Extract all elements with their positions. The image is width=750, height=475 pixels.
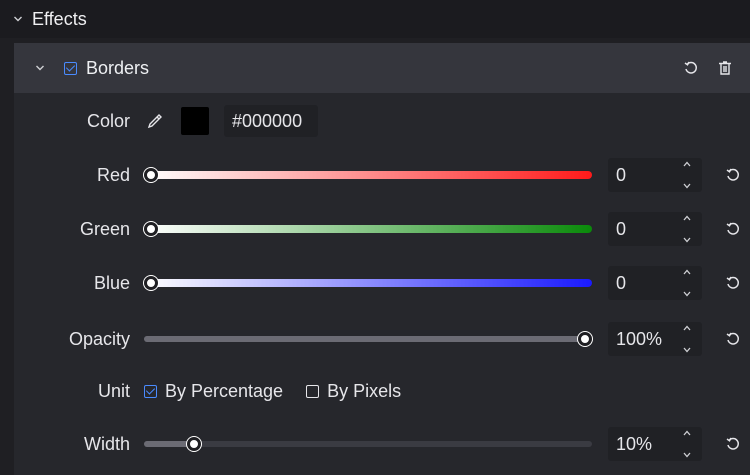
blue-label: Blue	[93, 273, 130, 293]
opacity-value: 100%	[616, 329, 663, 349]
unit-row: Unit By Percentage By Pixels	[0, 371, 750, 411]
blue-slider[interactable]	[144, 263, 592, 303]
spin-buttons[interactable]	[680, 429, 694, 459]
section-title: Effects	[32, 8, 87, 29]
spin-up-icon	[683, 161, 691, 167]
spin-buttons[interactable]	[680, 160, 694, 190]
opacity-slider[interactable]	[144, 319, 592, 359]
width-label: Width	[83, 434, 130, 454]
chevron-down-icon[interactable]	[32, 60, 48, 76]
green-reset-icon[interactable]	[722, 218, 744, 240]
green-row: Green 0	[0, 209, 750, 249]
effects-panel: Effects Borders Color #000000 Red 0 Gree…	[0, 0, 750, 475]
color-label: Color	[86, 111, 130, 131]
blue-track	[144, 279, 592, 287]
blue-slider-thumb[interactable]	[144, 276, 158, 290]
spin-down-icon	[683, 452, 691, 458]
green-value: 0	[616, 219, 627, 239]
red-slider-thumb[interactable]	[144, 168, 158, 182]
blue-reset-icon[interactable]	[722, 272, 744, 294]
green-track	[144, 225, 592, 233]
spin-down-icon	[683, 347, 691, 353]
spin-buttons[interactable]	[680, 214, 694, 244]
by-percentage-checkbox[interactable]	[144, 384, 157, 398]
blue-row: Blue 0	[0, 263, 750, 303]
by-percentage-option[interactable]: By Percentage	[144, 381, 283, 402]
width-reset-icon[interactable]	[722, 433, 744, 455]
red-track	[144, 171, 592, 179]
opacity-row: Opacity 100%	[0, 319, 750, 359]
width-number-field[interactable]: 10%	[608, 427, 702, 461]
by-pixels-option[interactable]: By Pixels	[306, 381, 401, 402]
spin-buttons[interactable]	[680, 324, 694, 354]
opacity-number-field[interactable]: 100%	[608, 322, 702, 356]
spin-down-icon	[683, 183, 691, 189]
trash-icon[interactable]	[714, 57, 736, 79]
spin-down-icon	[683, 291, 691, 297]
spin-up-icon	[683, 269, 691, 275]
spin-down-icon	[683, 237, 691, 243]
color-row: Color	[0, 101, 750, 141]
color-swatch[interactable]	[181, 107, 209, 135]
spin-up-icon	[683, 215, 691, 221]
width-slider-thumb[interactable]	[187, 437, 202, 451]
chevron-down-icon[interactable]	[10, 11, 26, 27]
by-pixels-label: By Pixels	[327, 380, 402, 401]
red-reset-icon[interactable]	[722, 164, 744, 186]
group-title: Borders	[86, 57, 150, 78]
blue-value: 0	[616, 273, 627, 293]
width-row: Width 10%	[0, 424, 750, 464]
borders-group-header[interactable]: Borders	[14, 43, 750, 93]
opacity-fill	[144, 336, 585, 342]
red-slider[interactable]	[144, 155, 592, 195]
by-pixels-checkbox[interactable]	[306, 384, 320, 398]
spin-up-icon	[683, 430, 691, 436]
green-slider[interactable]	[144, 209, 592, 249]
red-label: Red	[96, 165, 130, 185]
unit-options: By Percentage By Pixels	[144, 371, 424, 411]
opacity-label: Opacity	[68, 329, 130, 349]
eyedropper-icon[interactable]	[144, 110, 166, 132]
spin-buttons[interactable]	[680, 268, 694, 298]
by-percentage-label: By Percentage	[165, 380, 284, 401]
hex-color-input[interactable]: #000000	[224, 105, 318, 137]
width-track	[144, 441, 592, 447]
width-value: 10%	[616, 434, 653, 454]
blue-number-field[interactable]: 0	[608, 266, 702, 300]
spin-up-icon	[683, 325, 691, 331]
green-slider-thumb[interactable]	[144, 222, 158, 236]
effects-section-header[interactable]: Effects	[0, 0, 750, 38]
red-row: Red 0	[0, 155, 750, 195]
green-label: Green	[79, 219, 130, 239]
borders-enable-checkbox[interactable]	[64, 61, 77, 75]
opacity-slider-thumb[interactable]	[578, 332, 592, 346]
green-number-field[interactable]: 0	[608, 212, 702, 246]
unit-label: Unit	[97, 381, 130, 401]
width-slider[interactable]	[144, 424, 592, 464]
reset-icon[interactable]	[680, 57, 702, 79]
red-value: 0	[616, 165, 627, 185]
red-number-field[interactable]: 0	[608, 158, 702, 192]
opacity-reset-icon[interactable]	[722, 328, 744, 350]
